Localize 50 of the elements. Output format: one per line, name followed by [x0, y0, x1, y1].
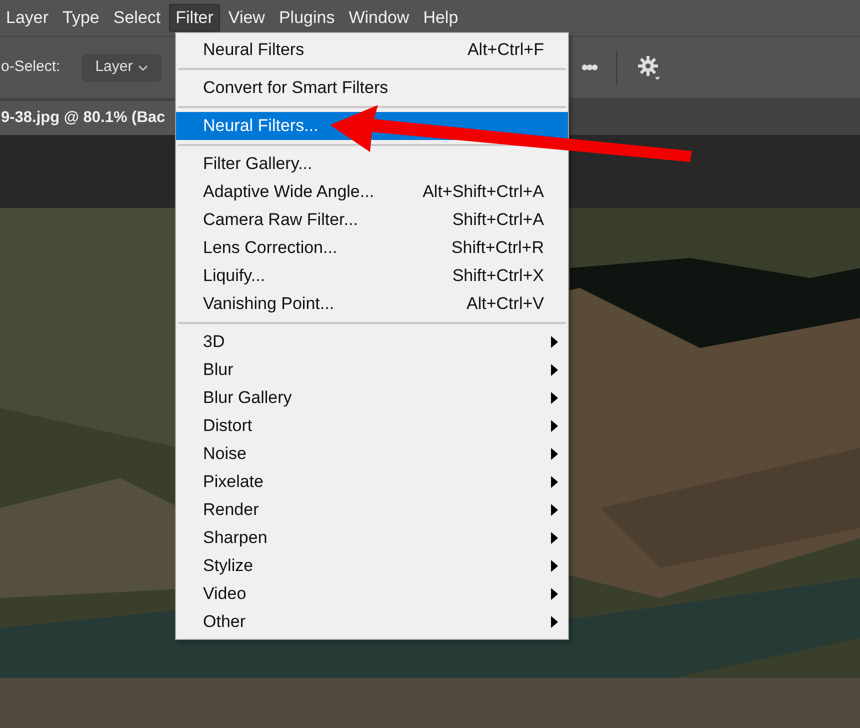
caret-icon: [138, 64, 148, 70]
menu-item[interactable]: Type: [56, 4, 106, 32]
menu-option[interactable]: Neural Filters Alt+Ctrl+F: [176, 36, 568, 64]
menu-option[interactable]: Adaptive Wide Angle... Alt+Shift+Ctrl+A: [176, 178, 568, 206]
menu-option[interactable]: Sharpen: [176, 524, 568, 552]
menu-option[interactable]: Lens Correction... Shift+Ctrl+R: [176, 234, 568, 262]
submenu-arrow-icon: [551, 336, 558, 348]
menu-option[interactable]: 3D: [176, 328, 568, 356]
menu-item[interactable]: Help: [417, 4, 464, 32]
menu-option[interactable]: Blur Gallery: [176, 384, 568, 412]
menu-option[interactable]: Noise: [176, 440, 568, 468]
submenu-arrow-icon: [551, 588, 558, 600]
menu-item[interactable]: Select: [107, 4, 167, 32]
shortcut-text: Shift+Ctrl+X: [452, 265, 544, 288]
menu-option[interactable]: Blur: [176, 356, 568, 384]
submenu-arrow-icon: [551, 532, 558, 544]
menu-option[interactable]: Filter Gallery...: [176, 150, 568, 178]
more-button[interactable]: •••: [581, 52, 596, 82]
menu-option[interactable]: Pixelate: [176, 468, 568, 496]
menu-option[interactable]: Stylize: [176, 552, 568, 580]
menu-item[interactable]: View: [222, 4, 271, 32]
menu-option[interactable]: Liquify... Shift+Ctrl+X: [176, 262, 568, 290]
menu-option[interactable]: Convert for Smart Filters: [176, 74, 568, 102]
menu-item[interactable]: Layer: [0, 4, 55, 32]
menu-item[interactable]: Plugins: [272, 4, 341, 32]
menu-option[interactable]: Vanishing Point... Alt+Ctrl+V: [176, 290, 568, 318]
submenu-arrow-icon: [551, 504, 558, 516]
menu-option[interactable]: Video: [176, 580, 568, 608]
document-title: 9-38.jpg @ 80.1% (Bac: [1, 108, 166, 128]
menu-option[interactable]: Other: [176, 608, 568, 636]
menu-option[interactable]: Render: [176, 496, 568, 524]
submenu-arrow-icon: [551, 420, 558, 432]
shortcut-text: Alt+Shift+Ctrl+A: [422, 181, 544, 204]
submenu-arrow-icon: [551, 448, 558, 460]
menu-option[interactable]: Camera Raw Filter... Shift+Ctrl+A: [176, 206, 568, 234]
layer-dropdown[interactable]: Layer: [82, 54, 162, 82]
menu-item[interactable]: Filter: [168, 4, 220, 32]
shortcut-text: Shift+Ctrl+R: [451, 237, 544, 260]
shortcut-text: Shift+Ctrl+A: [452, 209, 544, 232]
submenu-arrow-icon: [551, 560, 558, 572]
shortcut-text: Alt+Ctrl+F: [467, 39, 544, 62]
settings-icon[interactable]: [637, 54, 662, 80]
submenu-arrow-icon: [551, 616, 558, 628]
menu-item[interactable]: Window: [342, 4, 416, 32]
menu-option[interactable]: Distort: [176, 412, 568, 440]
shortcut-text: Alt+Ctrl+V: [466, 293, 544, 316]
submenu-arrow-icon: [551, 392, 558, 404]
auto-select-label: o-Select:: [1, 57, 60, 78]
submenu-arrow-icon: [551, 476, 558, 488]
submenu-arrow-icon: [551, 364, 558, 376]
